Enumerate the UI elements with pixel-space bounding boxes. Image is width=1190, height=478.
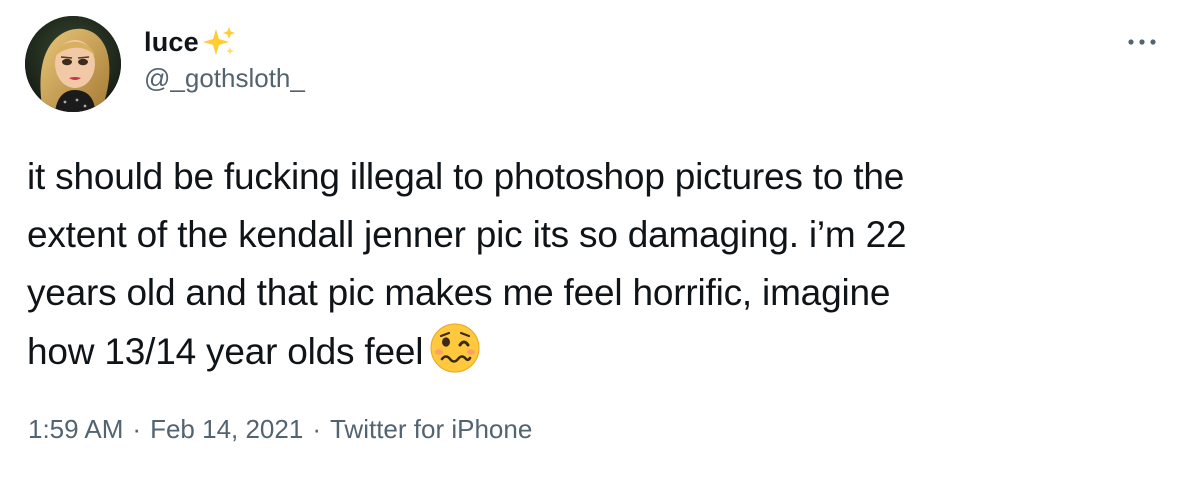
tweet-card: luce @_gothsloth_ it should be fucking i… (0, 0, 1190, 478)
avatar-image (25, 16, 121, 112)
tweet-text-line: how 13/14 year olds feel (27, 331, 424, 372)
sparkles-icon (202, 25, 236, 59)
woozy-face-icon (429, 322, 481, 374)
tweet-time[interactable]: 1:59 AM (28, 414, 123, 445)
meta-separator: · (132, 414, 142, 444)
display-name[interactable]: luce (144, 27, 199, 58)
tweet-text-line: it should be fucking illegal to photosho… (27, 156, 905, 197)
tweet-text-line: extent of the kendall jenner pic its so … (27, 214, 907, 255)
author-names: luce @_gothsloth_ (144, 24, 305, 94)
tweet-date[interactable]: Feb 14, 2021 (150, 414, 303, 445)
username-handle[interactable]: @_gothsloth_ (144, 63, 305, 94)
tweet-meta: 1:59 AM · Feb 14, 2021 · Twitter for iPh… (28, 414, 532, 445)
more-dots-icon (1128, 39, 1156, 45)
tweet-text-last-line: how 13/14 year olds feel (27, 322, 1157, 381)
more-options-button[interactable] (1124, 30, 1160, 54)
tweet-text-line: years old and that pic makes me feel hor… (27, 272, 891, 313)
tweet-text: it should be fucking illegal to photosho… (27, 148, 1157, 381)
avatar[interactable] (25, 16, 121, 112)
tweet-source[interactable]: Twitter for iPhone (330, 414, 532, 445)
display-name-row: luce (144, 24, 305, 60)
meta-separator: · (312, 414, 321, 444)
